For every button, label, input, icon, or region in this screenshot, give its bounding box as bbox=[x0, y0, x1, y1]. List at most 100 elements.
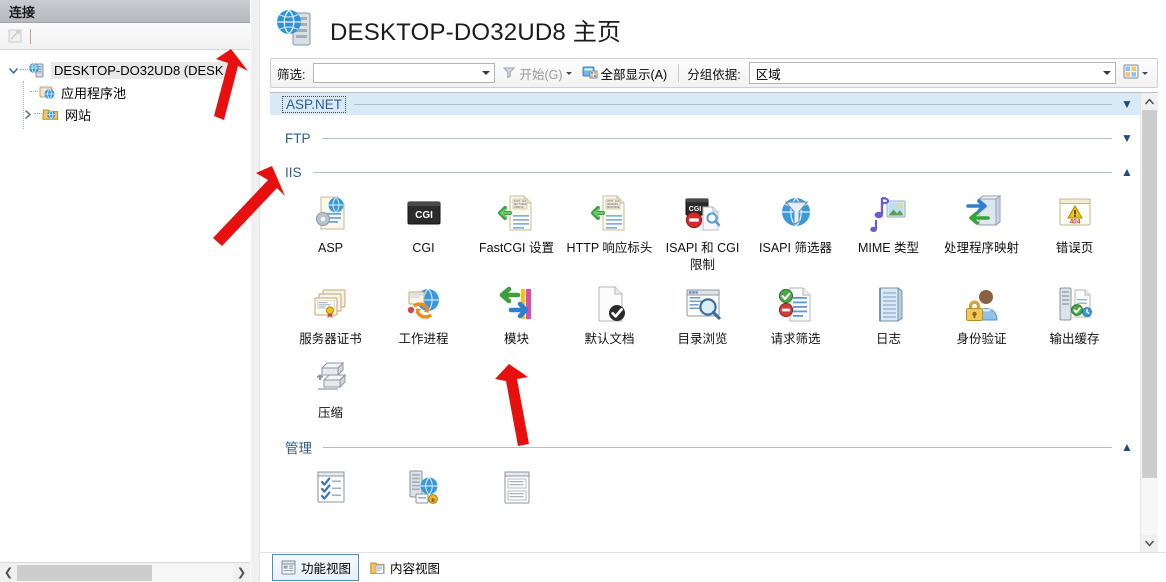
server-home-icon bbox=[274, 8, 316, 50]
show-all-button[interactable]: 全部显示(A) bbox=[579, 62, 671, 85]
connect-disabled-icon[interactable] bbox=[5, 27, 25, 46]
feature-handler-mappings[interactable]: 处理程序映射 bbox=[935, 191, 1028, 274]
feature-worker-processes[interactable]: 工作进程 bbox=[377, 282, 470, 348]
feature-fastcgi-settings[interactable]: FAST CGI SETTINGS CONFIG FastCGI 设置 bbox=[470, 191, 563, 274]
features-vertical-scrollbar[interactable] bbox=[1140, 92, 1158, 552]
chevron-down-icon[interactable] bbox=[1103, 71, 1111, 75]
feature-label: 输出缓存 bbox=[1049, 332, 1100, 346]
scroll-right-arrow[interactable]: ❯ bbox=[233, 563, 250, 582]
feature-cgi[interactable]: CGI CGI bbox=[377, 191, 470, 274]
app-pool-icon bbox=[38, 84, 56, 101]
feature-shared-configuration[interactable] bbox=[377, 466, 470, 515]
group-by-label: 分组依据: bbox=[687, 67, 741, 82]
section-rule bbox=[312, 171, 1112, 173]
chevron-down-icon[interactable] bbox=[6, 63, 20, 77]
feature-label: HTTP 响应标头 bbox=[566, 241, 653, 255]
section-title-ftp: FTP bbox=[285, 130, 311, 146]
feature-asp[interactable]: ASP bbox=[284, 191, 377, 274]
feature-label: CGI bbox=[412, 241, 435, 255]
connections-horizontal-scrollbar[interactable]: ❮ ❯ bbox=[0, 562, 250, 582]
request-filtering-icon bbox=[774, 282, 818, 326]
scroll-up-arrow[interactable] bbox=[1141, 93, 1158, 110]
scroll-down-arrow[interactable] bbox=[1141, 535, 1158, 552]
show-all-label: 全部显示(A) bbox=[600, 67, 668, 82]
feature-http-response-headers[interactable]: HTTP 200 HEADERS RESPONSE HTTP 响应标头 bbox=[563, 191, 656, 274]
handler-mappings-icon bbox=[960, 191, 1004, 235]
chevron-down-icon[interactable] bbox=[1142, 71, 1148, 75]
modules-icon bbox=[495, 282, 539, 326]
hscroll-thumb[interactable] bbox=[17, 564, 152, 581]
funnel-icon bbox=[502, 65, 516, 82]
chevron-down-icon[interactable]: ▼ bbox=[1118, 97, 1136, 111]
feature-label: 模块 bbox=[503, 332, 529, 346]
section-header-ftp[interactable]: FTP ▼ bbox=[270, 127, 1140, 149]
toolbar-separator bbox=[678, 64, 680, 82]
chevron-down-icon[interactable] bbox=[565, 71, 572, 75]
feature-directory-browsing[interactable]: 目录浏览 bbox=[656, 282, 749, 348]
view-mode-button[interactable] bbox=[1120, 62, 1151, 84]
section-header-iis[interactable]: IIS ▲ bbox=[270, 161, 1140, 183]
feature-label: ISAPI 筛选器 bbox=[759, 241, 832, 255]
tab-content-view[interactable]: 内容视图 bbox=[362, 555, 447, 580]
scroll-left-arrow[interactable]: ❮ bbox=[0, 563, 17, 582]
section-title-management: 管理 bbox=[285, 441, 312, 456]
feature-error-pages[interactable]: 404 错误页 bbox=[1028, 191, 1121, 274]
asp-icon bbox=[309, 191, 353, 235]
iis-manager-window: 连接 DESKTOP-DO32UD8 (DESK 应用程序池 网站 ❮ ❯ DE… bbox=[0, 0, 1166, 582]
view-mode-icon bbox=[1123, 64, 1139, 82]
tab-features-view[interactable]: 功能视图 bbox=[272, 554, 360, 581]
iis-feature-grid: ASP CGI CGI FAST CGI SETTINGS CONFIG Fas… bbox=[270, 183, 1140, 430]
feature-server-certificates[interactable]: 服务器证书 bbox=[284, 282, 377, 348]
vscroll-thumb[interactable] bbox=[1142, 110, 1157, 478]
group-by-value: 区域 bbox=[755, 67, 781, 82]
feature-compression[interactable]: 压缩 bbox=[284, 356, 377, 422]
show-all-icon bbox=[582, 65, 598, 82]
section-title-iis: IIS bbox=[285, 164, 302, 180]
tree-item-sites[interactable]: 网站 bbox=[0, 103, 250, 125]
svg-text:404: 404 bbox=[1069, 219, 1080, 226]
http-response-headers-icon: HTTP 200 HEADERS RESPONSE bbox=[588, 191, 632, 235]
svg-text:CGI: CGI bbox=[688, 206, 701, 213]
authentication-icon bbox=[960, 282, 1004, 326]
pane-splitter[interactable] bbox=[250, 0, 260, 582]
start-filter-button[interactable]: 开始(G) bbox=[499, 62, 574, 85]
feature-mime-types[interactable]: MIME 类型 bbox=[842, 191, 935, 274]
feature-label: ASP bbox=[317, 241, 343, 255]
compression-icon bbox=[309, 356, 353, 400]
feature-isapi-filters[interactable]: ISAPI 筛选器 bbox=[749, 191, 842, 274]
default-document-icon bbox=[588, 282, 632, 326]
connections-tree[interactable]: DESKTOP-DO32UD8 (DESK 应用程序池 网站 bbox=[0, 50, 250, 562]
chevron-up-icon[interactable]: ▲ bbox=[1118, 440, 1136, 454]
section-header-management[interactable]: 管理 ▲ bbox=[270, 436, 1140, 458]
filter-input[interactable] bbox=[313, 63, 496, 83]
cgi-icon: CGI bbox=[402, 191, 446, 235]
configuration-editor-icon bbox=[309, 466, 353, 510]
chevron-down-icon[interactable]: ▼ bbox=[1118, 131, 1136, 145]
feature-default-document[interactable]: 默认文档 bbox=[563, 282, 656, 348]
directory-browsing-icon bbox=[681, 282, 725, 326]
features-view-icon bbox=[280, 560, 296, 576]
feature-delegation[interactable] bbox=[470, 466, 563, 515]
vscroll-track[interactable] bbox=[1141, 110, 1158, 535]
tree-item-app-pools[interactable]: 应用程序池 bbox=[0, 81, 250, 103]
tree-connector bbox=[34, 113, 42, 115]
feature-request-filtering[interactable]: 请求筛选 bbox=[749, 282, 842, 348]
chevron-down-icon[interactable] bbox=[482, 71, 491, 75]
group-by-select[interactable]: 区域 bbox=[748, 62, 1116, 84]
feature-label: 目录浏览 bbox=[677, 332, 728, 346]
tree-item-server[interactable]: DESKTOP-DO32UD8 (DESK bbox=[0, 59, 250, 81]
isapi-cgi-restrictions-icon: CGI bbox=[681, 191, 725, 235]
section-title-aspnet: ASP.NET bbox=[282, 95, 347, 113]
feature-output-caching[interactable]: 输出缓存 bbox=[1028, 282, 1121, 348]
section-header-aspnet[interactable]: ASP.NET ▼ bbox=[270, 93, 1140, 115]
feature-isapi-cgi-restrictions[interactable]: CGI ISAPI 和 CGI 限制 bbox=[656, 191, 749, 274]
content-view-icon bbox=[369, 560, 385, 576]
tree-guide-line bbox=[23, 81, 24, 129]
feature-label: 压缩 bbox=[317, 406, 343, 420]
feature-logging[interactable]: 日志 bbox=[842, 282, 935, 348]
hscroll-track[interactable] bbox=[17, 563, 233, 582]
chevron-up-icon[interactable]: ▲ bbox=[1118, 165, 1136, 179]
feature-modules[interactable]: 模块 bbox=[470, 282, 563, 348]
feature-configuration-editor[interactable] bbox=[284, 466, 377, 515]
feature-authentication[interactable]: 身份验证 bbox=[935, 282, 1028, 348]
